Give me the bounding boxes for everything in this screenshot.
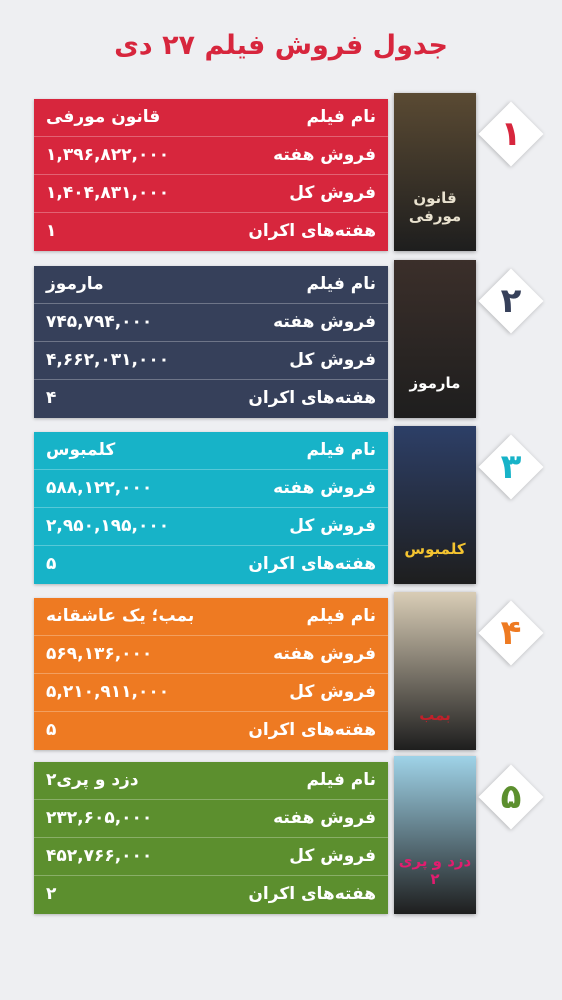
poster-title: کلمبوس	[404, 540, 466, 558]
field-label: فروش کل	[289, 350, 376, 370]
field-value: ۲	[46, 884, 57, 904]
field-value: بمب؛ یک عاشقانه	[46, 606, 195, 626]
field-value: ۵۸۸,۱۲۲,۰۰۰	[46, 478, 153, 498]
field-label: هفته‌های اکران	[248, 388, 376, 408]
field-value: ۴۵۲,۷۶۶,۰۰۰	[46, 846, 153, 866]
rank-number: ۴	[500, 613, 522, 653]
film-name-row: نام فیلم بمب؛ یک عاشقانه	[34, 598, 388, 636]
poster-title: بمب	[419, 706, 451, 724]
field-value: ۷۴۵,۷۹۴,۰۰۰	[46, 312, 153, 332]
rank-number: ۳	[500, 447, 522, 487]
field-value: ۲,۹۵۰,۱۹۵,۰۰۰	[46, 516, 170, 536]
total-sales-row: فروش کل ۴۵۲,۷۶۶,۰۰۰	[34, 838, 388, 876]
field-label: هفته‌های اکران	[248, 720, 376, 740]
field-value: مارموز	[46, 274, 104, 294]
field-value: ۱	[46, 221, 57, 241]
film-info-band: نام فیلم قانون مورفی فروش هفته ۱,۳۹۶,۸۲۲,۰۰…	[34, 99, 388, 251]
field-label: فروش کل	[289, 682, 376, 702]
field-label: فروش هفته	[273, 478, 376, 498]
screening-weeks-row: هفته‌های اکران ۲	[34, 876, 388, 914]
field-label: نام فیلم	[306, 440, 377, 460]
total-sales-row: فروش کل ۱,۴۰۴,۸۳۱,۰۰۰	[34, 175, 388, 213]
poster-title: مارموز	[409, 374, 461, 392]
page-title: جدول فروش فیلم ۲۷ دی	[114, 30, 448, 61]
film-info-band: نام فیلم کلمبوس فروش هفته ۵۸۸,۱۲۲,۰۰۰ فروش ک…	[34, 432, 388, 584]
field-value: ۵,۲۱۰,۹۱۱,۰۰۰	[46, 682, 170, 702]
poster-title: قانون مورفی	[408, 189, 462, 225]
field-label: فروش کل	[289, 516, 376, 536]
film-row: نام فیلم کلمبوس فروش هفته ۵۸۸,۱۲۲,۰۰۰ فروش ک…	[34, 426, 544, 584]
rank-number: ۵	[500, 777, 522, 817]
field-value: ۵۶۹,۱۳۶,۰۰۰	[46, 644, 153, 664]
field-value: ۵	[46, 720, 57, 740]
movie-poster: دزد و پری ۲	[394, 756, 476, 914]
field-value: دزد و پری۲	[46, 770, 139, 790]
rank-number: ۲	[500, 281, 522, 321]
screening-weeks-row: هفته‌های اکران ۱	[34, 213, 388, 251]
field-label: نام فیلم	[306, 606, 377, 626]
field-label: نام فیلم	[306, 107, 377, 127]
film-name-row: نام فیلم کلمبوس	[34, 432, 388, 470]
film-info-band: نام فیلم مارموز فروش هفته ۷۴۵,۷۹۴,۰۰۰ فروش ک…	[34, 266, 388, 418]
field-label: هفته‌های اکران	[248, 221, 376, 241]
poster-title: دزد و پری ۲	[398, 852, 472, 888]
screening-weeks-row: هفته‌های اکران ۵	[34, 546, 388, 584]
film-row: نام فیلم بمب؛ یک عاشقانه فروش هفته ۵۶۹,۱۳۶,…	[34, 592, 544, 750]
movie-poster: بمب	[394, 592, 476, 750]
screening-weeks-row: هفته‌های اکران ۴	[34, 380, 388, 418]
total-sales-row: فروش کل ۲,۹۵۰,۱۹۵,۰۰۰	[34, 508, 388, 546]
field-label: هفته‌های اکران	[248, 554, 376, 574]
field-label: نام فیلم	[306, 274, 377, 294]
total-sales-row: فروش کل ۵,۲۱۰,۹۱۱,۰۰۰	[34, 674, 388, 712]
weekly-sales-row: فروش هفته ۲۳۲,۶۰۵,۰۰۰	[34, 800, 388, 838]
movie-poster: مارموز	[394, 260, 476, 418]
field-label: فروش کل	[289, 183, 376, 203]
film-row: نام فیلم دزد و پری۲ فروش هفته ۲۳۲,۶۰۵,۰۰۰ فر…	[34, 756, 544, 914]
screening-weeks-row: هفته‌های اکران ۵	[34, 712, 388, 750]
field-value: قانون مورفی	[46, 107, 161, 127]
field-label: هفته‌های اکران	[248, 884, 376, 904]
film-name-row: نام فیلم قانون مورفی	[34, 99, 388, 137]
film-info-band: نام فیلم بمب؛ یک عاشقانه فروش هفته ۵۶۹,۱۳۶,…	[34, 598, 388, 750]
film-info-band: نام فیلم دزد و پری۲ فروش هفته ۲۳۲,۶۰۵,۰۰۰ فر…	[34, 762, 388, 914]
field-label: فروش هفته	[273, 145, 376, 165]
film-name-row: نام فیلم مارموز	[34, 266, 388, 304]
field-label: فروش هفته	[273, 312, 376, 332]
film-row: نام فیلم قانون مورفی فروش هفته ۱,۳۹۶,۸۲۲,۰۰…	[34, 93, 544, 251]
movie-poster: کلمبوس	[394, 426, 476, 584]
field-value: ۲۳۲,۶۰۵,۰۰۰	[46, 808, 153, 828]
total-sales-row: فروش کل ۴,۶۶۲,۰۳۱,۰۰۰	[34, 342, 388, 380]
weekly-sales-row: فروش هفته ۵۸۸,۱۲۲,۰۰۰	[34, 470, 388, 508]
weekly-sales-row: فروش هفته ۱,۳۹۶,۸۲۲,۰۰۰	[34, 137, 388, 175]
film-row: نام فیلم مارموز فروش هفته ۷۴۵,۷۹۴,۰۰۰ فروش ک…	[34, 260, 544, 418]
rank-number: ۱	[500, 114, 522, 154]
field-value: کلمبوس	[46, 440, 116, 460]
field-value: ۱,۴۰۴,۸۳۱,۰۰۰	[46, 183, 170, 203]
field-label: فروش هفته	[273, 808, 376, 828]
weekly-sales-row: فروش هفته ۷۴۵,۷۹۴,۰۰۰	[34, 304, 388, 342]
weekly-sales-row: فروش هفته ۵۶۹,۱۳۶,۰۰۰	[34, 636, 388, 674]
field-value: ۴	[46, 388, 57, 408]
field-label: فروش کل	[289, 846, 376, 866]
movie-poster: قانون مورفی	[394, 93, 476, 251]
field-label: نام فیلم	[306, 770, 377, 790]
film-name-row: نام فیلم دزد و پری۲	[34, 762, 388, 800]
field-value: ۱,۳۹۶,۸۲۲,۰۰۰	[46, 145, 170, 165]
field-value: ۵	[46, 554, 57, 574]
field-label: فروش هفته	[273, 644, 376, 664]
field-value: ۴,۶۶۲,۰۳۱,۰۰۰	[46, 350, 170, 370]
